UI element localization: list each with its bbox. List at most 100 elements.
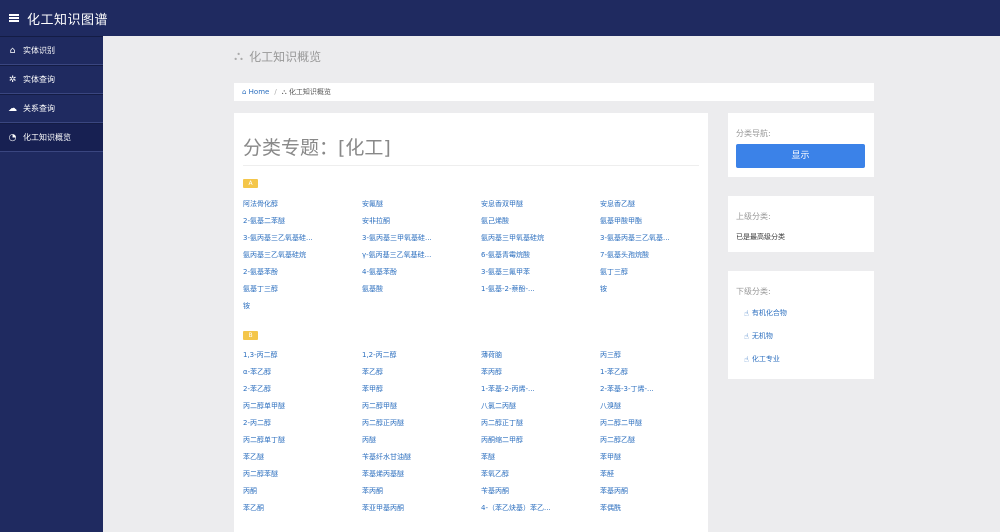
- entity-link[interactable]: 丙酮缩二甲醇: [481, 435, 600, 452]
- entity-link[interactable]: 1-氨基-2-萘酚-...: [481, 284, 600, 301]
- entity-link[interactable]: 苯乙酮: [243, 503, 362, 520]
- entity-link[interactable]: 阿法骨化醇: [243, 199, 362, 216]
- entity-link[interactable]: 3-氨丙基三甲氧基硅...: [362, 233, 481, 250]
- entity-link[interactable]: 氨基酸: [362, 284, 481, 301]
- entity-link[interactable]: 铵: [243, 301, 362, 318]
- child-category-link[interactable]: ☝ 有机化合物: [744, 308, 787, 318]
- entity-link[interactable]: 丙三醇: [600, 350, 703, 367]
- entity-link[interactable]: 氨基丁三醇: [243, 284, 362, 301]
- entity-link[interactable]: 1-苯乙醇: [600, 367, 703, 384]
- entity-link[interactable]: 丙二醇单甲醚: [243, 401, 362, 418]
- entity-link[interactable]: 丙二醇乙醚: [600, 435, 703, 452]
- entity-link[interactable]: 2-氨基二苯醚: [243, 216, 362, 233]
- entity-link[interactable]: 4-（苯乙炔基）苯乙...: [481, 503, 600, 520]
- top-bar: 化工知识图谱: [0, 0, 1000, 36]
- breadcrumb-home-link[interactable]: ⌂ Home: [242, 88, 269, 96]
- entity-link[interactable]: 铵: [600, 284, 703, 301]
- sidebar-item-label: 实体识别: [23, 46, 55, 55]
- entity-link[interactable]: 1,3-丙二醇: [243, 350, 362, 367]
- entity-link[interactable]: 安息香乙醚: [600, 199, 703, 216]
- parent-category-card: 上级分类: 已是最高级分类: [728, 196, 874, 252]
- entity-link[interactable]: 苯醚: [481, 452, 600, 469]
- entity-link[interactable]: 2-丙二醇: [243, 418, 362, 435]
- breadcrumb-separator: /: [274, 88, 277, 96]
- entity-link[interactable]: 苯丙酮: [362, 486, 481, 503]
- letter-badge: A: [243, 179, 258, 188]
- entity-link[interactable]: 丙醚: [362, 435, 481, 452]
- entity-link[interactable]: 3-氨丙基三乙氧基硅...: [243, 233, 362, 250]
- entity-link[interactable]: 丙二醇正丙醚: [362, 418, 481, 435]
- entity-link[interactable]: 氨丁三醇: [600, 267, 703, 284]
- entity-link[interactable]: 2-苯基-3-丁烯-...: [600, 384, 703, 401]
- entity-link[interactable]: 1-苯基-2-丙烯-...: [481, 384, 600, 401]
- home-icon: ⌂: [9, 45, 16, 56]
- sidebar-item-relation-query[interactable]: ☁ 关系查询: [0, 94, 103, 123]
- entity-link[interactable]: 氨基甲酸甲酯: [600, 216, 703, 233]
- card-header: 分类导航:: [736, 129, 771, 138]
- entity-link[interactable]: 八溴醚: [600, 401, 703, 418]
- entity-link[interactable]: 丙二醇苯醚: [243, 469, 362, 486]
- sidebar-item-entity-recognition[interactable]: ⌂ 实体识别: [0, 36, 103, 65]
- thumbs-up-icon: ☝: [744, 354, 749, 364]
- entity-link[interactable]: 苯甲醇: [362, 384, 481, 401]
- thumbs-up-icon: ☝: [744, 308, 749, 318]
- child-category-link[interactable]: ☝ 无机物: [744, 331, 773, 341]
- entity-link[interactable]: 苯丙醇: [481, 367, 600, 384]
- entity-link[interactable]: 氨丙基三乙氧基硅烷: [243, 250, 362, 267]
- entity-link[interactable]: 丙二醇正丁醚: [481, 418, 600, 435]
- entity-link[interactable]: 丙二醇甲醚: [362, 401, 481, 418]
- entity-link[interactable]: 苄基丙酮: [481, 486, 600, 503]
- entity-link[interactable]: 2-苯乙醇: [243, 384, 362, 401]
- entity-link[interactable]: 苄基纤水甘油醚: [362, 452, 481, 469]
- entity-link[interactable]: 6-氨基青霉烷酸: [481, 250, 600, 267]
- entity-link[interactable]: 安息香双甲醚: [481, 199, 600, 216]
- breadcrumb-current: ⛬ 化工知识概览: [281, 88, 331, 96]
- sidebar-item-knowledge-overview[interactable]: ◔ 化工知识概览: [0, 123, 103, 152]
- entity-link[interactable]: 4-氨基苯酚: [362, 267, 481, 284]
- entity-link[interactable]: 氨己烯酸: [481, 216, 600, 233]
- card-header: 下级分类:: [736, 287, 771, 296]
- page-title: 化工知识概览: [249, 50, 322, 64]
- category-nav-card: 分类导航: 显示: [728, 113, 874, 177]
- entity-link[interactable]: γ-氨丙基三乙氧基硅...: [362, 250, 481, 267]
- entity-link[interactable]: 7-氨基头孢烷酸: [600, 250, 703, 267]
- entity-link[interactable]: 苯亚甲基丙酮: [362, 503, 481, 520]
- entity-grid-a: 阿法骨化醇 安氟醚 安息香双甲醚 安息香乙醚 2-氨基二苯醚 安非拉酮 氨己烯酸 氨基甲酸甲酯…: [243, 199, 703, 318]
- menu-icon[interactable]: [9, 14, 19, 22]
- entity-link[interactable]: 安氟醚: [362, 199, 481, 216]
- parent-category-text: 已是最高级分类: [736, 233, 785, 241]
- entity-link[interactable]: 丙二醇单丁醚: [243, 435, 362, 452]
- entity-link[interactable]: 苯乙醚: [243, 452, 362, 469]
- breadcrumb: ⌂ Home / ⛬ 化工知识概览: [234, 83, 874, 101]
- entity-link[interactable]: 氨丙基三甲氧基硅烷: [481, 233, 600, 250]
- entity-link[interactable]: 苯基丙酮: [600, 486, 703, 503]
- category-card: 分类专题：[化工] A 阿法骨化醇 安氟醚 安息香双甲醚 安息香乙醚 2-氨基二苯醚 安非…: [234, 113, 708, 532]
- entity-link[interactable]: 苯偶酰: [600, 503, 703, 520]
- child-category-link[interactable]: ☝ 化工专业: [744, 354, 780, 364]
- entity-link[interactable]: 1,2-丙二醇: [362, 350, 481, 367]
- entity-link[interactable]: 八氯二丙醚: [481, 401, 600, 418]
- app-title: 化工知识图谱: [27, 12, 109, 28]
- entity-link[interactable]: 2-氨基苯酚: [243, 267, 362, 284]
- sidebar: ⌂ 实体识别 ✲ 实体查询 ☁ 关系查询 ◔ 化工知识概览: [0, 36, 103, 532]
- sidebar-item-label: 关系查询: [23, 104, 55, 113]
- sidebar-item-label: 实体查询: [23, 75, 55, 84]
- entity-link[interactable]: 3-氨基三氟甲苯: [481, 267, 600, 284]
- entity-link[interactable]: 丙二醇二甲醚: [600, 418, 703, 435]
- sitemap-icon: ⛬: [234, 49, 244, 64]
- entity-link[interactable]: 薄荷脑: [481, 350, 600, 367]
- entity-link[interactable]: 苯氧乙醇: [481, 469, 600, 486]
- entity-link[interactable]: α-苯乙醇: [243, 367, 362, 384]
- cloud-icon: ☁: [8, 103, 17, 114]
- entity-link[interactable]: 安非拉酮: [362, 216, 481, 233]
- sidebar-item-entity-query[interactable]: ✲ 实体查询: [0, 65, 103, 94]
- entity-link[interactable]: 苯基烯丙基醚: [362, 469, 481, 486]
- entity-link[interactable]: 苯乙醇: [362, 367, 481, 384]
- show-button[interactable]: 显示: [736, 144, 865, 168]
- card-header: 上级分类:: [736, 212, 771, 221]
- gear-icon: ✲: [8, 74, 17, 85]
- entity-link[interactable]: 3-氨基丙基三乙氧基...: [600, 233, 703, 250]
- entity-link[interactable]: 丙酮: [243, 486, 362, 503]
- entity-link[interactable]: 苯醛: [600, 469, 703, 486]
- entity-link[interactable]: 苯甲醚: [600, 452, 703, 469]
